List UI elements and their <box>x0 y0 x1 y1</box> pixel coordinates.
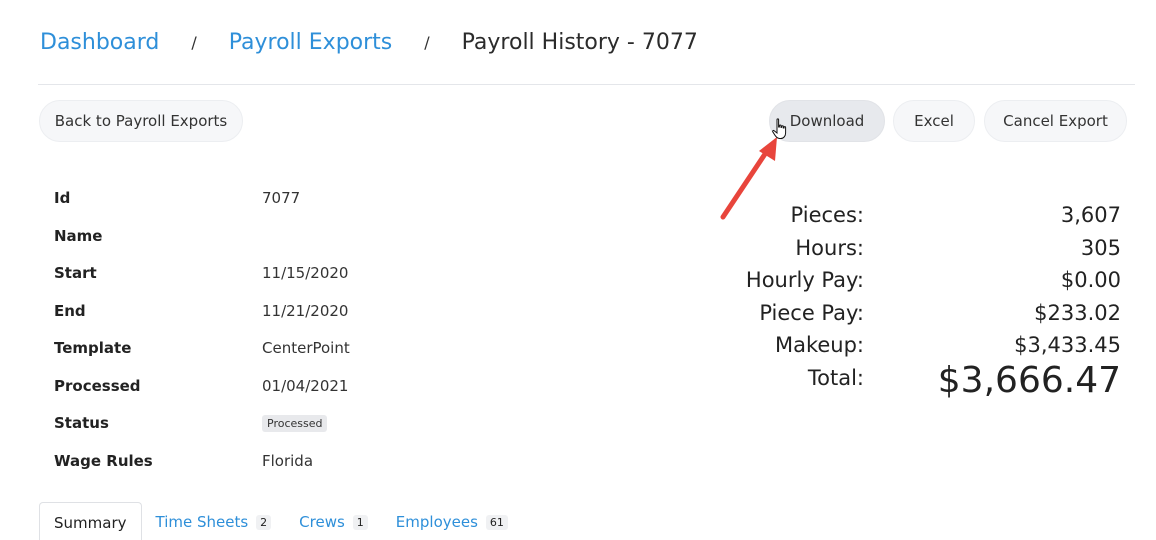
detail-value: Florida <box>262 451 314 470</box>
breadcrumb: Dashboard / Payroll Exports / Payroll Hi… <box>40 26 698 58</box>
detail-row-end: End 11/21/2020 <box>54 293 454 329</box>
tab-time-sheets[interactable]: Time Sheets 2 <box>142 502 286 540</box>
breadcrumb-payroll-exports-link[interactable]: Payroll Exports <box>229 30 393 55</box>
tab-count-badge: 2 <box>256 514 272 530</box>
totals-value: $0.00 <box>1060 268 1121 292</box>
tab-count-badge: 61 <box>485 514 508 530</box>
totals-value: 3,607 <box>1060 203 1121 227</box>
detail-label: Wage Rules <box>54 451 153 470</box>
detail-label: Start <box>54 264 97 282</box>
detail-row-status: Status Processed <box>54 405 454 441</box>
detail-row-template: Template CenterPoint <box>54 330 454 366</box>
detail-value: 01/04/2021 <box>262 376 349 395</box>
tab-label: Summary <box>54 513 127 532</box>
detail-row-wage-rules: Wage Rules Florida <box>54 443 454 479</box>
totals-label: Makeup: <box>774 333 864 357</box>
detail-value: CenterPoint <box>262 339 350 357</box>
totals-label: Total: <box>807 365 864 390</box>
totals-label: Hourly Pay: <box>745 268 864 292</box>
excel-button[interactable]: Excel <box>893 100 975 142</box>
detail-value: 11/15/2020 <box>262 264 349 282</box>
detail-row-start: Start 11/15/2020 <box>54 255 454 291</box>
tab-label: Time Sheets <box>155 513 249 531</box>
cancel-export-button[interactable]: Cancel Export <box>984 100 1127 142</box>
detail-tabs: Summary Time Sheets 2 Crews 1 Employees … <box>39 502 522 540</box>
detail-label: Id <box>54 189 71 207</box>
detail-row-name: Name <box>54 218 454 254</box>
tab-summary[interactable]: Summary <box>39 502 142 540</box>
detail-row-processed: Processed 01/04/2021 <box>54 368 454 404</box>
detail-label: Template <box>54 339 132 357</box>
page-title: Payroll History - 7077 <box>461 29 698 55</box>
detail-label: Name <box>54 226 103 245</box>
red-arrow-icon <box>720 137 777 220</box>
header-divider <box>38 84 1135 85</box>
tab-label: Employees <box>395 513 478 531</box>
hand-pointer-icon <box>772 118 787 139</box>
detail-label: Processed <box>54 376 141 395</box>
tab-crews[interactable]: Crews 1 <box>285 502 382 540</box>
totals-value: $3,433.45 <box>1014 333 1121 357</box>
status-badge: Processed <box>262 415 328 432</box>
breadcrumb-dashboard-link[interactable]: Dashboard <box>40 30 159 55</box>
detail-label: Status <box>54 414 109 432</box>
totals-label: Hours: <box>795 235 864 260</box>
detail-row-id: Id 7077 <box>54 180 454 216</box>
tab-employees[interactable]: Employees 61 <box>382 502 522 540</box>
totals-label: Piece Pay: <box>759 300 864 325</box>
tab-count-badge: 1 <box>352 514 368 530</box>
totals-label: Pieces: <box>790 203 864 227</box>
breadcrumb-separator: / <box>424 32 430 52</box>
breadcrumb-separator: / <box>191 32 197 52</box>
detail-value: 11/21/2020 <box>262 301 349 320</box>
grand-total-value: $3,666.47 <box>937 359 1121 401</box>
totals-value: 305 <box>1080 235 1121 260</box>
tab-label: Crews <box>299 513 345 531</box>
totals-value: $233.02 <box>1034 300 1121 325</box>
detail-label: End <box>54 301 86 320</box>
detail-value: 7077 <box>262 189 301 207</box>
back-to-payroll-exports-button[interactable]: Back to Payroll Exports <box>39 100 243 142</box>
